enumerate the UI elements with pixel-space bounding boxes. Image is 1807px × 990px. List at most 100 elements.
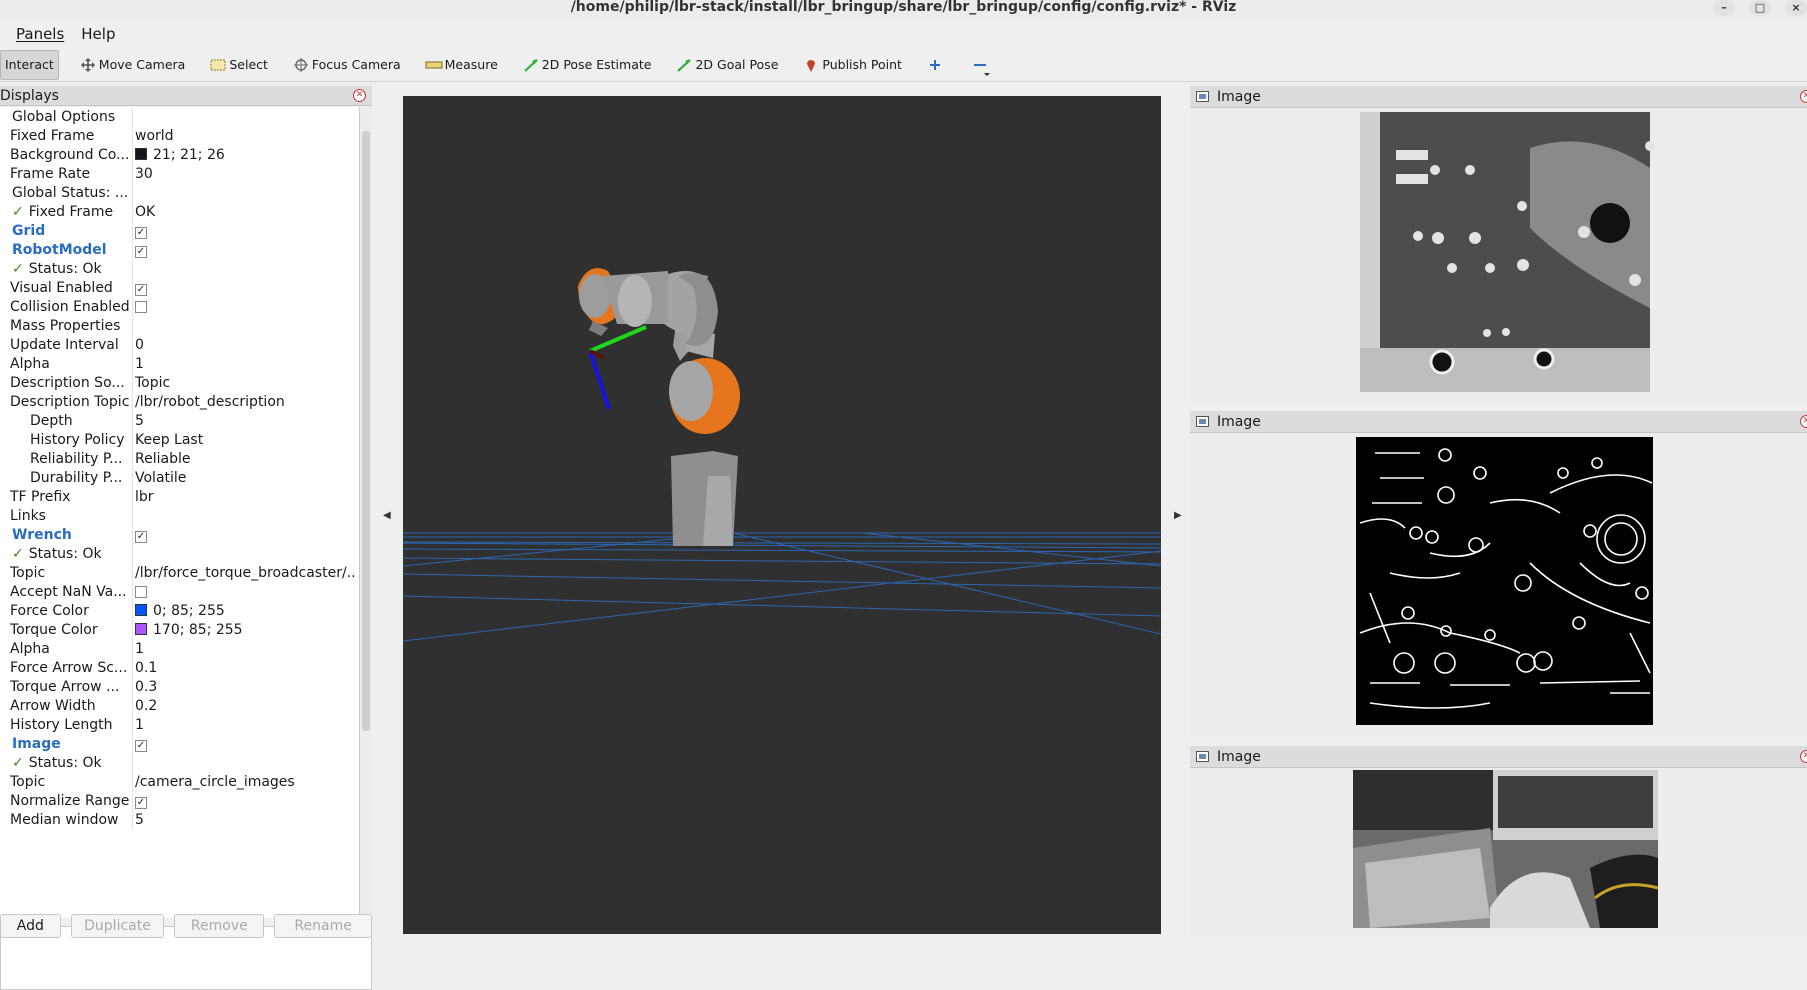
display-tree[interactable]: Global Options Fixed Frame world Background… (0, 107, 360, 918)
collapse-left-arrow-icon[interactable]: ◀ (383, 510, 391, 521)
enabled-checkbox[interactable]: ✓ (135, 740, 147, 752)
minimize-button[interactable]: – (1713, 0, 1735, 16)
display-row[interactable]: Arrow Width 0.2 (0, 697, 358, 716)
display-row[interactable]: Mass Properties (0, 317, 358, 336)
display-row-value[interactable]: /camera_circle_images (135, 773, 357, 792)
display-row[interactable]: Frame Rate 30 (0, 165, 358, 184)
move-camera-tool[interactable]: Move Camera (79, 50, 185, 80)
publish-point-tool[interactable]: Publish Point (802, 50, 902, 80)
menu-panels[interactable]: Panels (16, 25, 64, 43)
remove-tool-button[interactable] (970, 50, 990, 80)
display-row-value[interactable]: /lbr/force_torque_broadcaster/... (135, 564, 357, 583)
scrollbar-thumb[interactable] (362, 131, 370, 731)
display-row-value[interactable]: 0; 85; 255 (135, 602, 357, 621)
close-window-button[interactable]: × (1785, 0, 1807, 16)
enabled-checkbox[interactable]: ✓ (135, 246, 147, 258)
display-row[interactable]: ✓ Status: Ok (0, 754, 358, 773)
close-image-panel-1-icon[interactable]: ✕ (1800, 90, 1807, 103)
display-row[interactable]: Background Co... 21; 21; 26 (0, 146, 358, 165)
display-row[interactable]: Depth 5 (0, 412, 358, 431)
add-display-button[interactable]: Add (0, 914, 61, 938)
display-row[interactable]: Collision Enabled (0, 298, 358, 317)
enabled-checkbox[interactable] (135, 586, 147, 598)
color-swatch[interactable] (135, 623, 147, 635)
display-row[interactable]: Reliability P... Reliable (0, 450, 358, 469)
display-row-value[interactable]: ✓ (135, 279, 357, 298)
duplicate-display-button[interactable]: Duplicate (70, 914, 165, 938)
display-row-value[interactable]: ✓ (135, 526, 357, 545)
display-row-value[interactable]: ✓ (135, 241, 357, 260)
display-row[interactable]: Accept NaN Va... (0, 583, 358, 602)
display-row-value[interactable]: ✓ (135, 792, 357, 811)
display-row-value[interactable]: Reliable (135, 450, 357, 469)
display-row-value[interactable]: Topic (135, 374, 357, 393)
remove-display-button[interactable]: Remove (174, 914, 265, 938)
add-tool-button[interactable] (926, 50, 946, 80)
display-row[interactable]: Wrench ✓ (0, 526, 358, 545)
display-row-value[interactable]: 1 (135, 640, 357, 659)
display-row[interactable]: RobotModel ✓ (0, 241, 358, 260)
color-swatch[interactable] (135, 148, 147, 160)
display-row[interactable]: Grid ✓ (0, 222, 358, 241)
close-image-panel-3-icon[interactable]: ✕ (1800, 750, 1807, 763)
display-row[interactable]: Force Arrow Sc... 0.1 (0, 659, 358, 678)
display-row-value[interactable]: /lbr/robot_description (135, 393, 357, 412)
display-row[interactable]: ✓ Status: Ok (0, 545, 358, 564)
display-row[interactable]: Durability P... Volatile (0, 469, 358, 488)
display-row-value[interactable]: 170; 85; 255 (135, 621, 357, 640)
enabled-checkbox[interactable] (135, 301, 147, 313)
display-row-value[interactable]: OK (135, 203, 357, 222)
display-row[interactable]: Torque Arrow ... 0.3 (0, 678, 358, 697)
display-row[interactable]: Update Interval 0 (0, 336, 358, 355)
interact-tool[interactable]: Interact (0, 49, 59, 80)
display-row[interactable]: Description So... Topic (0, 374, 358, 393)
enabled-checkbox[interactable]: ✓ (135, 531, 147, 543)
display-row-value[interactable]: world (135, 127, 357, 146)
focus-camera-tool[interactable]: Focus Camera (292, 50, 401, 80)
enabled-checkbox[interactable]: ✓ (135, 797, 147, 809)
display-row[interactable]: Torque Color 170; 85; 255 (0, 621, 358, 640)
enabled-checkbox[interactable]: ✓ (135, 227, 147, 239)
collapse-right-arrow-icon[interactable]: ▶ (1174, 510, 1182, 521)
display-row[interactable]: History Policy Keep Last (0, 431, 358, 450)
display-row[interactable]: Topic/camera_circle_images (0, 773, 358, 792)
display-row-value[interactable]: 21; 21; 26 (135, 146, 357, 165)
close-displays-icon[interactable]: ✕ (353, 89, 366, 102)
color-swatch[interactable] (135, 604, 147, 616)
display-row[interactable]: Normalize Range ✓ (0, 792, 358, 811)
display-row-value[interactable] (135, 298, 357, 319)
display-row-value[interactable]: 0 (135, 336, 357, 355)
display-row-value[interactable]: 0.1 (135, 659, 357, 678)
display-row-value[interactable]: Volatile (135, 469, 357, 488)
display-row[interactable]: Fixed Frame world (0, 127, 358, 146)
display-row[interactable]: Global Options (0, 108, 358, 127)
enabled-checkbox[interactable]: ✓ (135, 284, 147, 296)
rename-display-button[interactable]: Rename (274, 914, 372, 938)
display-row[interactable]: Visual Enabled ✓ (0, 279, 358, 298)
display-row[interactable]: Median window 5 (0, 811, 358, 830)
display-row-value[interactable]: ✓ (135, 735, 357, 754)
display-row-value[interactable]: Keep Last (135, 431, 357, 450)
display-row[interactable]: Force Color 0; 85; 255 (0, 602, 358, 621)
close-image-panel-2-icon[interactable]: ✕ (1800, 415, 1807, 428)
display-row-value[interactable]: ✓ (135, 222, 357, 241)
display-row[interactable]: Image ✓ (0, 735, 358, 754)
display-row-value[interactable]: 0.2 (135, 697, 357, 716)
display-row[interactable]: Description Topic/lbr/robot_description (0, 393, 358, 412)
display-row[interactable]: Links (0, 507, 358, 526)
display-row-value[interactable]: lbr (135, 488, 357, 507)
display-row-value[interactable] (135, 583, 357, 604)
display-row-value[interactable]: 1 (135, 716, 357, 735)
menu-help[interactable]: Help (81, 25, 115, 43)
display-row[interactable]: History Length 1 (0, 716, 358, 735)
display-row-value[interactable]: 5 (135, 412, 357, 431)
pose-estimate-tool[interactable]: 2D Pose Estimate (522, 50, 651, 80)
display-row-value[interactable]: 30 (135, 165, 357, 184)
3d-viewport[interactable] (403, 96, 1161, 934)
maximize-button[interactable]: □ (1749, 0, 1771, 16)
display-row-value[interactable]: 5 (135, 811, 357, 830)
display-row[interactable]: TF Prefix lbr (0, 488, 358, 507)
select-tool[interactable]: Select (209, 50, 268, 80)
display-row[interactable]: Alpha 1 (0, 640, 358, 659)
display-row[interactable]: ✓ Status: Ok (0, 260, 358, 279)
